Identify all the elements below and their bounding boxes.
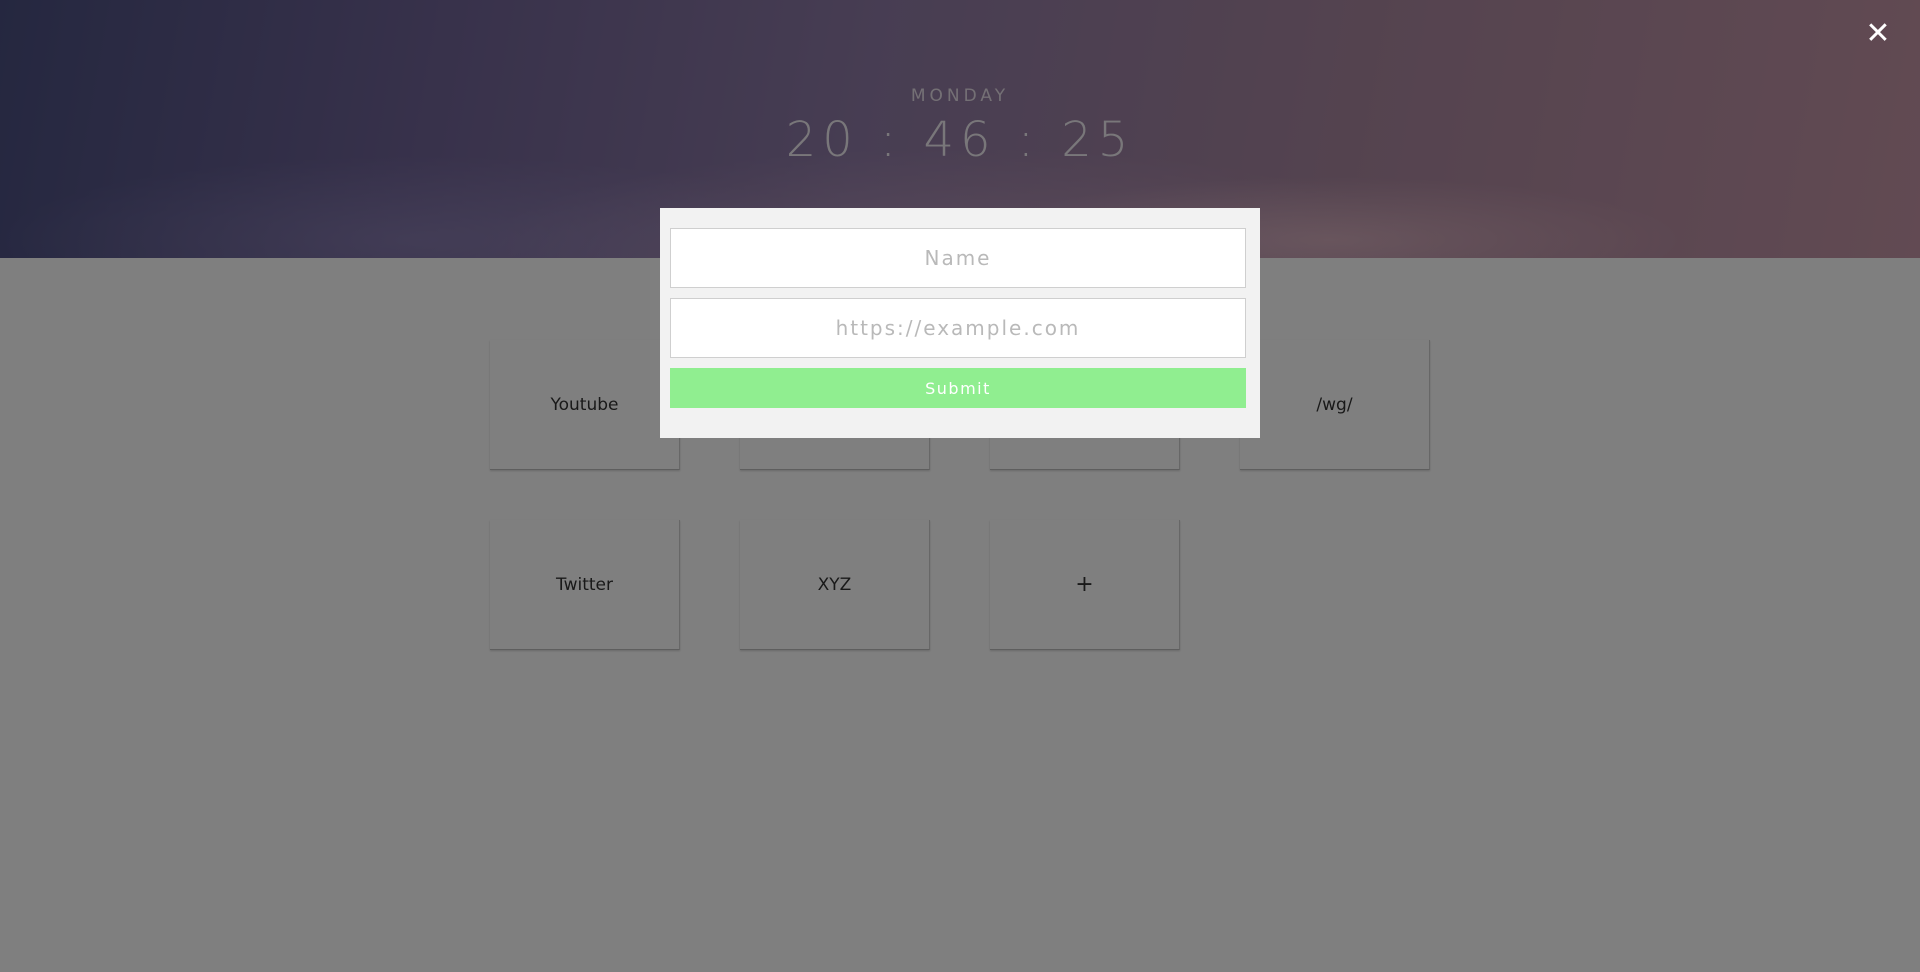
url-input[interactable] — [670, 298, 1246, 358]
name-input[interactable] — [670, 228, 1246, 288]
add-shortcut-modal: Submit — [660, 208, 1260, 438]
close-icon[interactable]: ✕ — [1862, 18, 1894, 50]
page: MONDAY 20 : 46 : 25 Youtube /wg/ Twitter… — [0, 0, 1920, 972]
modal-backdrop[interactable] — [0, 0, 1920, 972]
submit-button[interactable]: Submit — [670, 368, 1246, 408]
